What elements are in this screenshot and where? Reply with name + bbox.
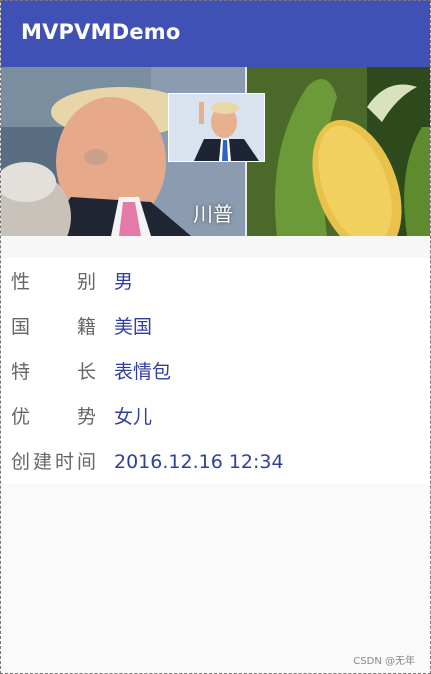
specialty-value: 表情包 [114, 361, 172, 383]
section-spacer [1, 236, 430, 258]
app-title: MVPVMDemo [21, 20, 181, 44]
advantage-value: 女儿 [114, 406, 153, 428]
cover-photo-corn [247, 67, 430, 236]
advantage-label: 优 势 [11, 406, 96, 428]
info-row-advantage: 优 势 女儿 [1, 402, 430, 432]
avatar-thumbnail [168, 93, 265, 162]
info-row-specialty: 特 长 表情包 [1, 357, 430, 387]
info-row-created-time: 创建时间 2016.12.16 12:34 [1, 447, 430, 477]
watermark-text: CSDN @无年 [353, 656, 415, 667]
created-time-value: 2016.12.16 12:34 [114, 451, 284, 473]
info-row-nationality: 国 籍 美国 [1, 312, 430, 342]
created-time-label: 创建时间 [11, 451, 96, 473]
person-name-overlay: 川普 [193, 202, 233, 226]
gender-value: 男 [114, 271, 134, 293]
info-row-gender: 性 别 男 [1, 267, 430, 297]
app-bar: MVPVMDemo [1, 0, 430, 67]
gender-label: 性 别 [11, 271, 96, 293]
specialty-label: 特 长 [11, 361, 96, 383]
nationality-label: 国 籍 [11, 316, 96, 338]
nationality-value: 美国 [114, 316, 153, 338]
header-banner: 川普 [1, 67, 430, 236]
info-panel: 性 别 男 国 籍 美国 特 长 表情包 优 势 女儿 创建时间 2016.12… [1, 258, 430, 484]
